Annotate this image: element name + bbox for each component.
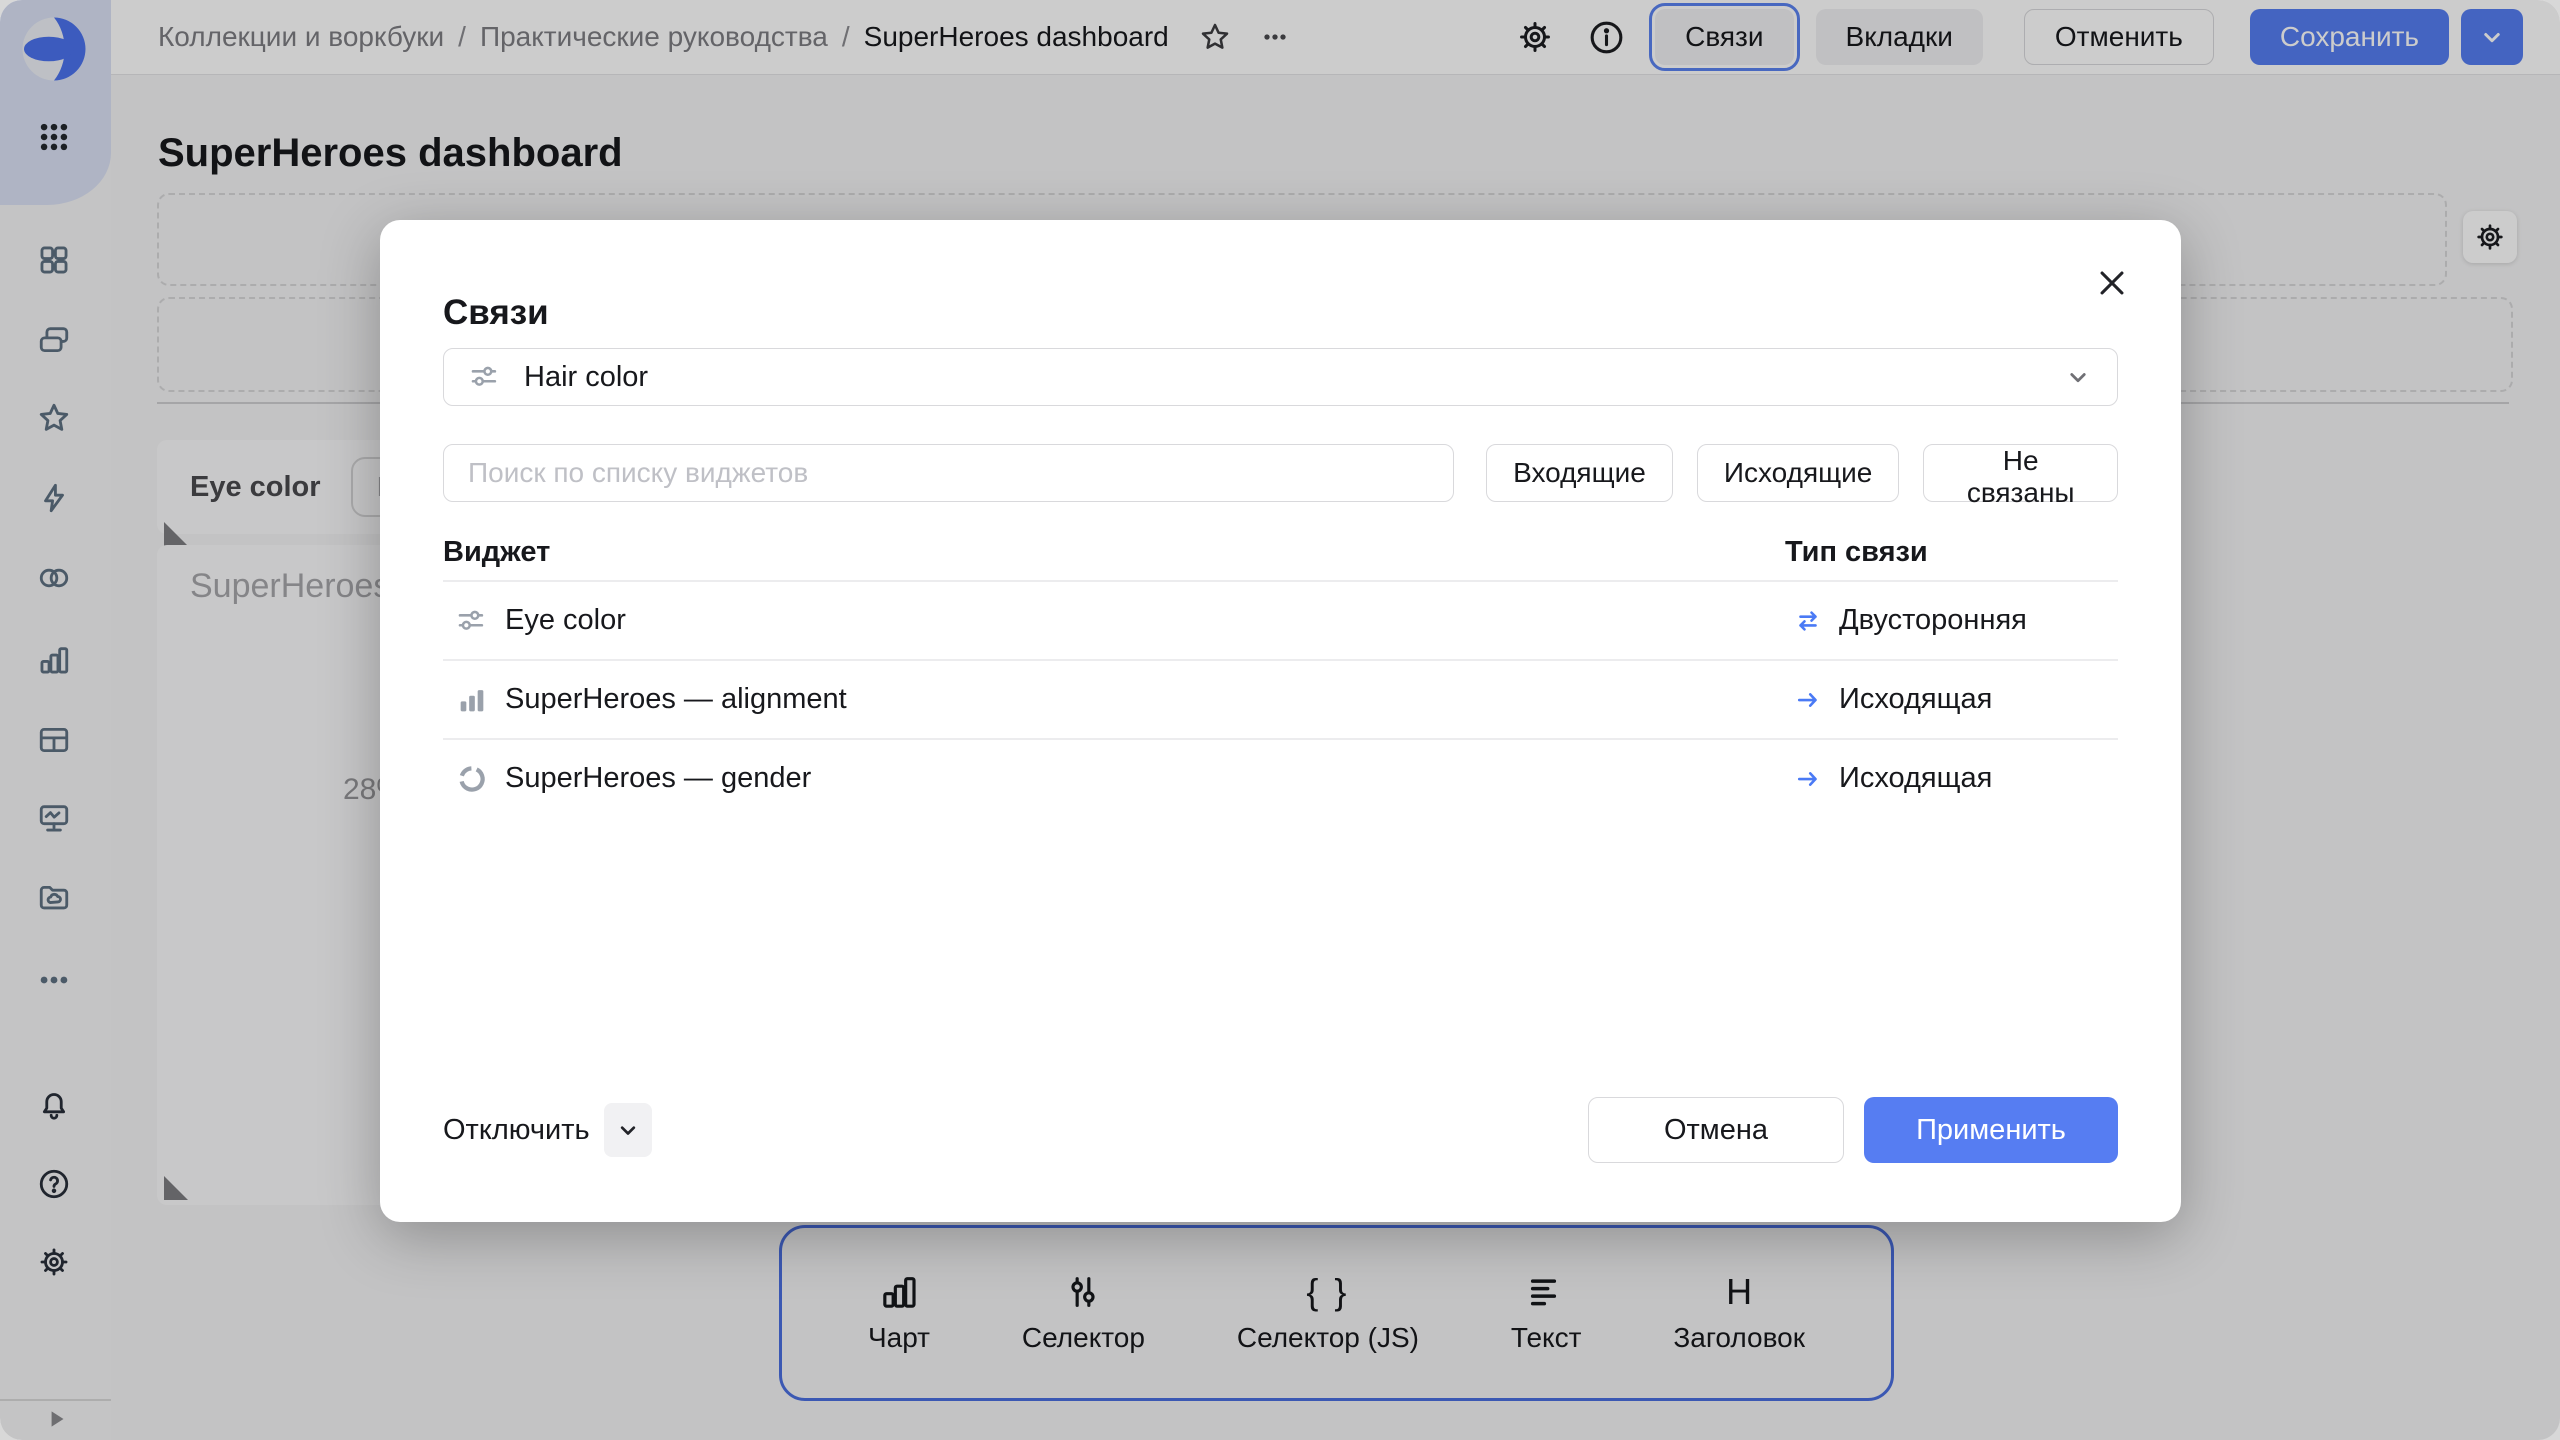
widget-name: Eye color <box>505 604 626 637</box>
widget-name: SuperHeroes — gender <box>505 762 811 795</box>
filter-unrelated-button[interactable]: Не связаны <box>1923 444 2118 502</box>
table-row[interactable]: SuperHeroes — gender Исходящая <box>443 740 2118 817</box>
column-widget: Виджет <box>443 536 550 568</box>
datalens-dashboard-app: Коллекции и воркбуки / Практические руко… <box>0 0 2560 1440</box>
chevron-down-icon <box>2063 362 2093 392</box>
filter-outgoing-button[interactable]: Исходящие <box>1697 444 1900 502</box>
links-modal: Связи Hair color Входящие Ис <box>380 220 2181 1222</box>
modal-title: Связи <box>443 293 549 333</box>
widget-name: SuperHeroes — alignment <box>505 683 847 716</box>
search-and-filters: Входящие Исходящие Не связаны <box>443 444 2118 502</box>
link-type-label: Исходящая <box>1839 683 1992 716</box>
link-type-label: Двусторонняя <box>1839 604 2027 637</box>
two-way-arrow-icon <box>1793 606 1823 636</box>
table-row[interactable]: Eye color Двусторонняя <box>443 582 2118 661</box>
selector-sliders-icon <box>468 360 502 394</box>
table-row[interactable]: SuperHeroes — alignment Исходящая <box>443 661 2118 740</box>
disable-options-chevron-button[interactable] <box>604 1103 652 1157</box>
modal-footer: Отключить Отмена Применить <box>443 1096 2118 1164</box>
bar-chart-icon <box>455 683 489 717</box>
outgoing-arrow-icon <box>1793 764 1823 794</box>
modal-cancel-button[interactable]: Отмена <box>1588 1097 1844 1163</box>
column-link-type: Тип связи <box>1785 536 1928 569</box>
links-table: Виджет Тип связи Eye color <box>443 536 2118 817</box>
widget-select-value: Hair color <box>524 361 648 394</box>
table-header: Виджет Тип связи <box>443 536 2118 582</box>
link-type-label: Исходящая <box>1839 762 1992 795</box>
disable-links-label[interactable]: Отключить <box>443 1114 590 1147</box>
modal-apply-button[interactable]: Применить <box>1864 1097 2118 1163</box>
link-type-cell: Исходящая <box>1793 762 1992 795</box>
donut-chart-icon <box>455 762 489 796</box>
filter-incoming-button[interactable]: Входящие <box>1486 444 1673 502</box>
selector-sliders-icon <box>455 604 489 638</box>
widget-search-input[interactable] <box>443 444 1454 502</box>
widget-select[interactable]: Hair color <box>443 348 2118 406</box>
close-icon[interactable] <box>2089 260 2135 306</box>
link-type-cell: Исходящая <box>1793 683 1992 716</box>
outgoing-arrow-icon <box>1793 685 1823 715</box>
link-type-cell: Двусторонняя <box>1793 604 2027 637</box>
